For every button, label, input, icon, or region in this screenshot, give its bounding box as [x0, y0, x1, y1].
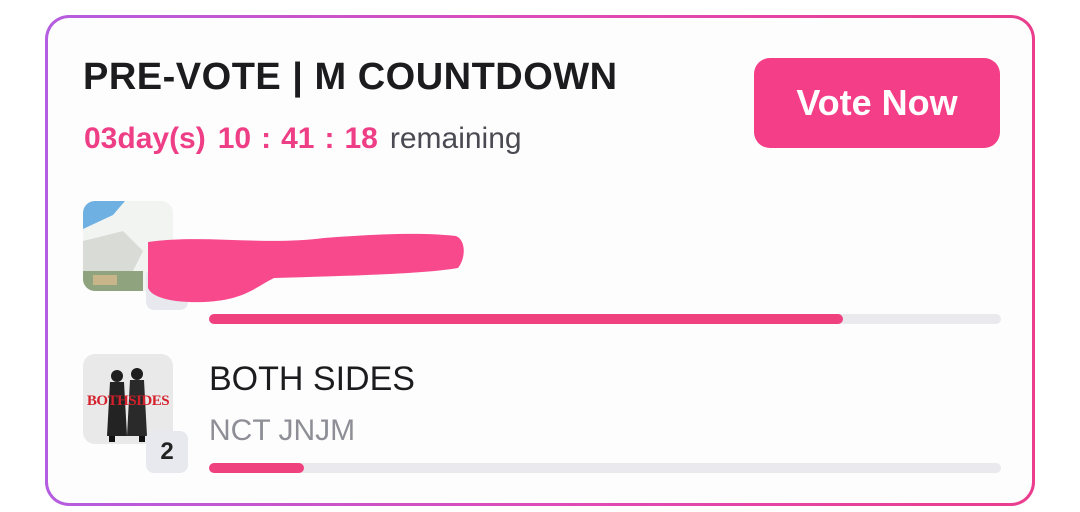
countdown-suffix: remaining: [389, 122, 522, 155]
countdown-hours: 10: [217, 122, 252, 155]
vote-progress-track: [209, 314, 1001, 324]
vote-progress-fill: [209, 314, 843, 324]
song-title: BOTH SIDES: [209, 360, 415, 398]
page-title: PRE-VOTE | M COUNTDOWN: [83, 56, 618, 98]
countdown-separator: :: [261, 122, 272, 155]
vote-progress-track: [209, 463, 1001, 473]
candidate-row[interactable]: BOTHSIDES 2 BOTH SIDES NCT JNJM: [48, 353, 1032, 473]
vote-now-button[interactable]: Vote Now: [754, 58, 1000, 148]
countdown-days: 03day(s): [84, 122, 206, 155]
vote-card: PRE-VOTE | M COUNTDOWN 03day(s) 10 : 41 …: [48, 18, 1032, 503]
vote-progress-fill: [209, 463, 305, 473]
artist-name: NCT JNJM: [209, 414, 356, 447]
countdown-seconds: 18: [344, 122, 378, 155]
countdown-separator: :: [324, 122, 335, 155]
album-art-text: BOTHSIDES: [87, 393, 169, 409]
candidate-row[interactable]: [48, 198, 1032, 324]
redaction-scribble: [148, 233, 464, 303]
vote-card-border: PRE-VOTE | M COUNTDOWN 03day(s) 10 : 41 …: [45, 15, 1035, 506]
rank-badge: 2: [146, 431, 188, 473]
countdown-minutes: 41: [281, 122, 315, 155]
countdown-timer: 03day(s) 10 : 41 : 18 remaining: [84, 122, 522, 156]
